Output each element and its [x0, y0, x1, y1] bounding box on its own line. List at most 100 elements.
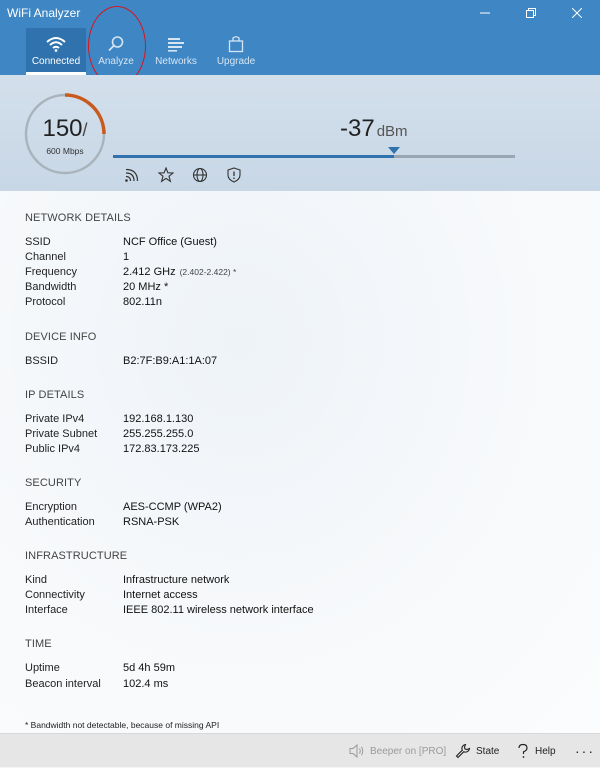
row-bandwidth: Bandwidth 20 MHz * — [25, 281, 585, 296]
tab-analyze[interactable]: Analyze — [86, 28, 146, 75]
list-icon — [146, 34, 206, 54]
row-ssid: SSID NCF Office (Guest) — [25, 236, 585, 251]
section-network-title: NETWORK DETAILS — [25, 212, 131, 224]
row-frequency: Frequency 2.412 GHz (2.402-2.422) * — [25, 266, 585, 281]
action-icons — [123, 166, 243, 184]
signal-bar — [113, 147, 515, 158]
section-ip-title: IP DETAILS — [25, 389, 85, 401]
help-label: Help — [535, 745, 556, 757]
beeper-label: Beeper on [PRO] — [370, 745, 447, 757]
section-device-title: DEVICE INFO — [25, 331, 97, 343]
tab-connected[interactable]: Connected — [26, 28, 86, 75]
speaker-icon — [349, 744, 364, 758]
bandwidth-value: 20 MHz * — [123, 281, 169, 293]
interface-label: Interface — [25, 604, 68, 616]
help-button[interactable]: Help — [516, 734, 556, 768]
row-private-ipv4: Private IPv4 192.168.1.130 — [25, 413, 585, 428]
row-kind: Kind Infrastructure network — [25, 574, 585, 589]
state-button[interactable]: State — [455, 734, 499, 768]
row-encryption: Encryption AES-CCMP (WPA2) — [25, 501, 585, 516]
row-public-ipv4: Public IPv4 172.83.173.225 — [25, 443, 585, 458]
more-icon: ··· — [575, 743, 595, 759]
wrench-icon — [455, 743, 471, 759]
private-subnet-label: Private Subnet — [25, 428, 98, 440]
interface-value: IEEE 802.11 wireless network interface — [123, 604, 314, 616]
channel-value: 1 — [123, 251, 130, 263]
row-beacon-interval: Beacon interval 102.4 ms — [25, 678, 585, 693]
encryption-label: Encryption — [25, 501, 77, 513]
connectivity-label: Connectivity — [25, 589, 85, 601]
shopping-bag-icon — [206, 34, 266, 54]
tab-connected-label: Connected — [31, 56, 81, 67]
frequency-value: 2.412 GHz (2.402-2.422) * — [123, 266, 236, 278]
frequency-main: 2.412 GHz — [123, 266, 176, 278]
status-panel: 150/ 600 Mbps -37 dBm — [0, 75, 600, 191]
public-ipv4-value: 172.83.173.225 — [123, 443, 200, 455]
link-speed-max: 600 Mbps — [46, 146, 84, 156]
row-protocol: Protocol 802.11n — [25, 296, 585, 311]
tab-networks[interactable]: Networks — [146, 28, 206, 75]
kind-label: Kind — [25, 574, 48, 586]
protocol-label: Protocol — [25, 296, 66, 308]
bssid-value: B2:7F:B9:A1:1A:07 — [123, 355, 218, 367]
row-authentication: Authentication RSNA-PSK — [25, 516, 585, 531]
bandwidth-label: Bandwidth — [25, 281, 77, 293]
row-uptime: Uptime 5d 4h 59m — [25, 662, 585, 677]
kind-value: Infrastructure network — [123, 574, 230, 586]
row-bssid: BSSID B2:7F:B9:A1:1A:07 — [25, 355, 585, 370]
section-time-title: TIME — [25, 638, 52, 650]
link-speed-value: 150 — [42, 115, 83, 142]
row-interface: Interface IEEE 802.11 wireless network i… — [25, 604, 585, 619]
restore-button[interactable] — [508, 0, 554, 26]
minimize-icon — [480, 12, 490, 14]
tab-upgrade-label: Upgrade — [216, 56, 256, 67]
minimize-button[interactable] — [462, 0, 508, 26]
question-icon — [518, 743, 528, 758]
state-label: State — [476, 745, 500, 757]
row-connectivity: Connectivity Internet access — [25, 589, 585, 604]
private-ipv4-value: 192.168.1.130 — [123, 413, 194, 425]
beacon-interval-value: 102.4 ms — [123, 678, 169, 690]
link-speed-slash: / — [82, 120, 88, 140]
link-speed: 150/ — [24, 115, 106, 143]
top-bar: WiFi Analyzer Connected Analyze Networks… — [0, 0, 600, 75]
magnifier-icon — [86, 34, 146, 54]
frequency-range: (2.402-2.422) * — [179, 267, 237, 277]
star-icon[interactable] — [157, 166, 175, 184]
bssid-label: BSSID — [25, 355, 59, 367]
connectivity-value: Internet access — [123, 589, 198, 601]
channel-label: Channel — [25, 251, 66, 263]
authentication-label: Authentication — [25, 516, 95, 528]
frequency-label: Frequency — [25, 266, 77, 278]
speed-gauge: 150/ 600 Mbps — [24, 93, 106, 175]
tab-upgrade[interactable]: Upgrade — [206, 28, 266, 75]
uptime-value: 5d 4h 59m — [123, 662, 175, 674]
main-nav: Connected Analyze Networks Upgrade — [26, 28, 266, 75]
bandwidth-footnote: * Bandwidth not detectable, because of m… — [25, 720, 220, 730]
restore-icon — [526, 8, 536, 18]
signal-icon[interactable] — [123, 166, 141, 184]
shield-icon[interactable] — [225, 166, 243, 184]
close-icon — [572, 8, 582, 18]
globe-icon[interactable] — [191, 166, 209, 184]
tab-analyze-label: Analyze — [98, 56, 134, 67]
section-security-title: SECURITY — [25, 477, 82, 489]
close-button[interactable] — [554, 0, 600, 26]
title-bar: WiFi Analyzer — [0, 0, 600, 26]
authentication-value: RSNA-PSK — [123, 516, 180, 528]
ssid-label: SSID — [25, 236, 51, 248]
row-channel: Channel 1 — [25, 251, 585, 266]
more-button[interactable]: ··· — [575, 734, 595, 768]
signal-marker — [388, 147, 400, 154]
signal-strength: -37 dBm — [340, 115, 408, 145]
tab-networks-label: Networks — [155, 56, 197, 67]
window-title: WiFi Analyzer — [7, 6, 81, 20]
beeper-button[interactable]: Beeper on [PRO] — [349, 734, 446, 768]
encryption-value: AES-CCMP (WPA2) — [123, 501, 222, 513]
uptime-label: Uptime — [25, 662, 60, 674]
beacon-interval-label: Beacon interval — [25, 678, 101, 690]
row-private-subnet: Private Subnet 255.255.255.0 — [25, 428, 585, 443]
signal-bar-fill — [113, 155, 394, 158]
signal-unit: dBm — [376, 123, 408, 140]
ssid-value: NCF Office (Guest) — [123, 236, 217, 248]
